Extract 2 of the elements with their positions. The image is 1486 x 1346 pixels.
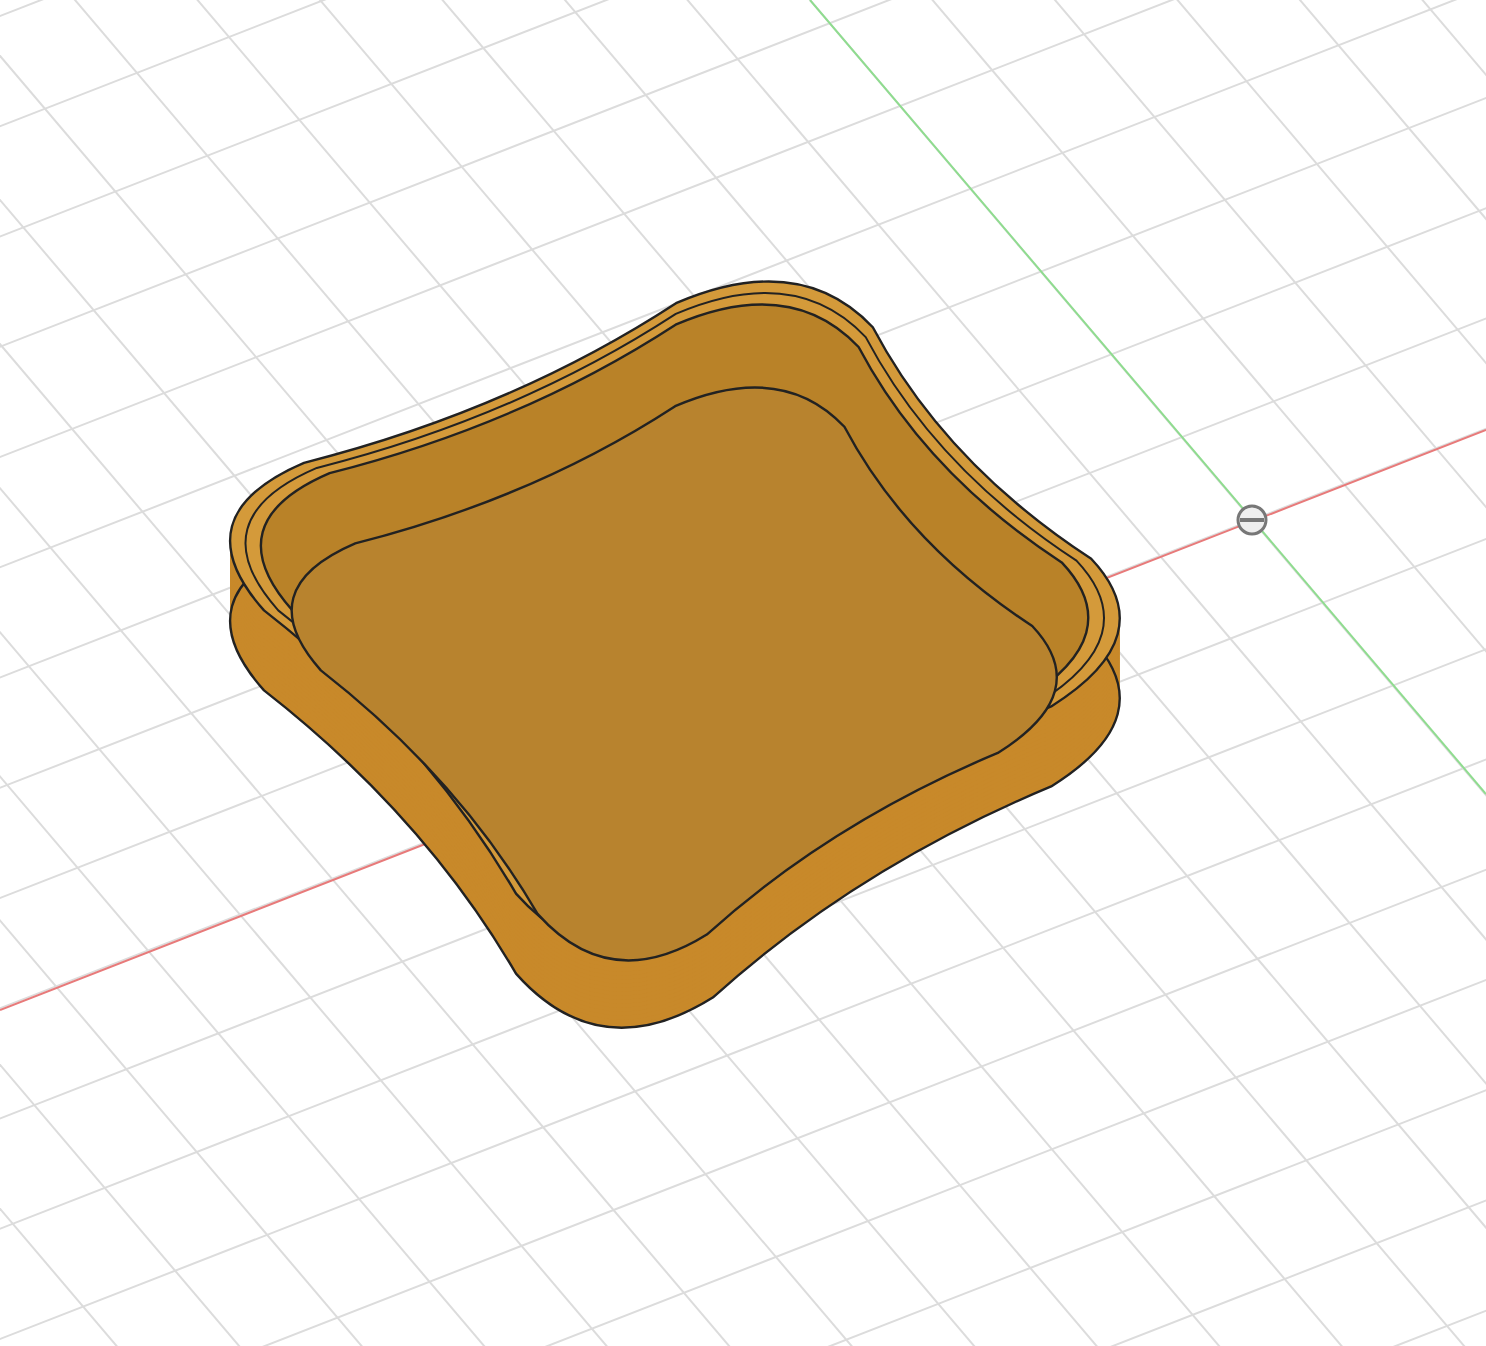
origin-icon[interactable] (1236, 504, 1268, 536)
tray-model-drawing[interactable] (228, 280, 1121, 1029)
